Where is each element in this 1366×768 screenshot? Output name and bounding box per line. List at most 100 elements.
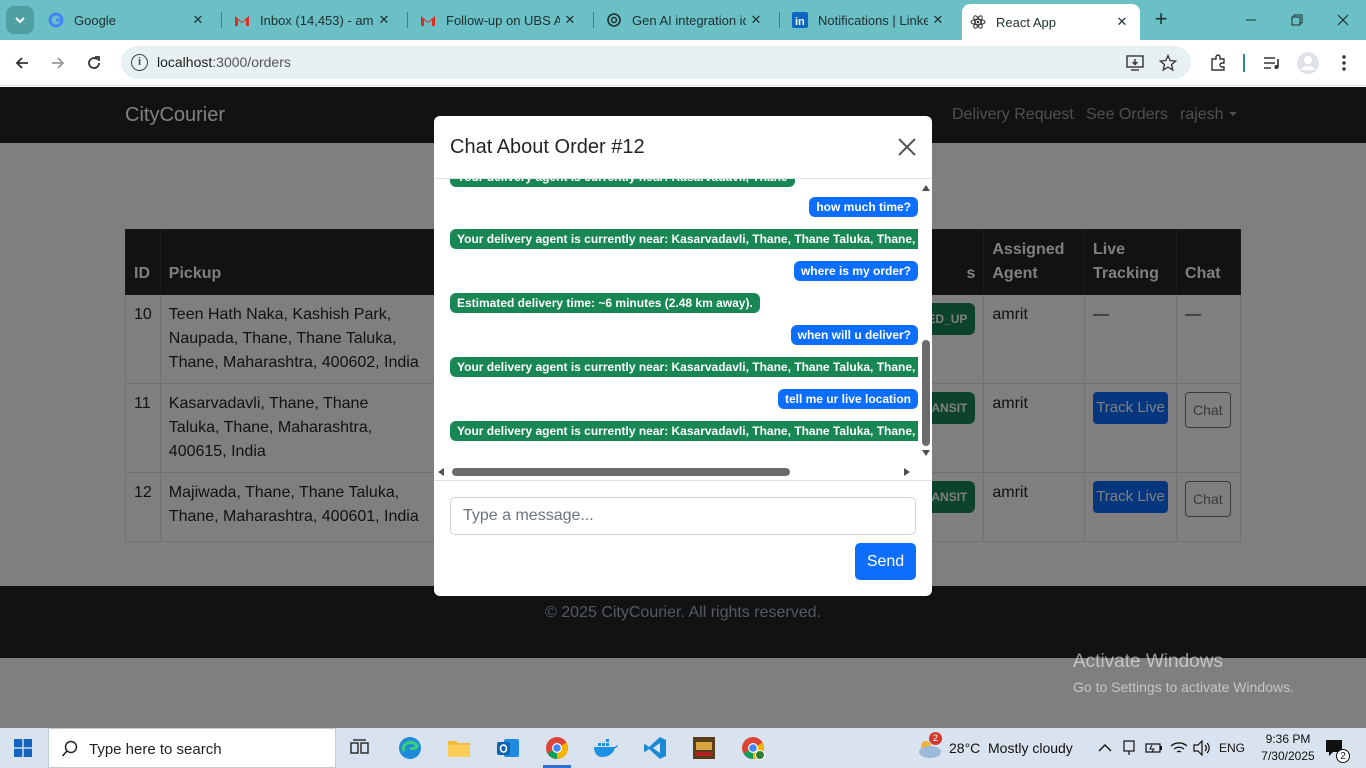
windows-taskbar: Type here to search 2 28°C Mostly cloudy… (0, 728, 1366, 768)
tab-divider (221, 12, 222, 28)
network-adapter-icon[interactable] (1121, 740, 1137, 756)
notification-count-badge: 2 (1336, 749, 1350, 763)
vertical-scrollbar[interactable] (920, 179, 932, 469)
tab-title: Inbox (14,453) - amrit (260, 12, 374, 28)
tab-title: React App (996, 14, 1056, 30)
tab-google[interactable]: Google ✕ (40, 0, 216, 40)
close-tab-icon[interactable]: ✕ (560, 12, 580, 28)
docker-icon[interactable] (582, 728, 630, 768)
reload-icon (88, 56, 100, 69)
watermark-subtitle: Go to Settings to activate Windows. (1073, 679, 1294, 695)
address-bar[interactable]: i localhost:3000/orders (121, 46, 1191, 79)
media-controls-icon[interactable] (1261, 52, 1283, 74)
extensions-icon[interactable] (1207, 52, 1229, 74)
message-input[interactable] (450, 497, 916, 535)
close-tab-icon[interactable]: ✕ (374, 12, 394, 28)
new-tab-button[interactable]: + (1150, 8, 1172, 32)
tab-gmail-inbox[interactable]: Inbox (14,453) - amrit ✕ (226, 0, 402, 40)
watermark-title: Activate Windows (1073, 651, 1223, 672)
close-icon[interactable] (896, 136, 918, 158)
tab-title: Notifications | Linked (818, 12, 928, 28)
chat-messages: Your delivery agent is currently near: K… (434, 179, 918, 449)
profile-avatar-icon[interactable] (1296, 51, 1320, 75)
weather-temp[interactable]: 28°C (949, 740, 980, 756)
game-app-icon[interactable] (680, 728, 728, 768)
google-icon (48, 12, 64, 28)
url-host: localhost (157, 54, 213, 70)
search-icon (61, 740, 78, 757)
edge-icon[interactable] (386, 728, 434, 768)
vscode-icon[interactable] (631, 728, 679, 768)
weather-condition[interactable]: Mostly cloudy (988, 740, 1073, 756)
tab-divider (407, 12, 408, 28)
chrome-profile-icon[interactable] (729, 728, 777, 768)
arrow-right-icon (52, 57, 65, 69)
close-window-button[interactable] (1320, 0, 1366, 40)
battery-icon[interactable] (1145, 741, 1163, 755)
weather-badge: 2 (929, 732, 942, 745)
gmail-icon (234, 12, 250, 28)
clock-date: 7/30/2025 (1261, 749, 1315, 763)
kebab-menu-icon[interactable] (1333, 52, 1355, 74)
horizontal-scrollbar[interactable] (434, 465, 920, 479)
minimize-icon (1246, 19, 1256, 21)
minimize-button[interactable] (1228, 0, 1274, 40)
chatgpt-icon (606, 12, 622, 28)
chat-message-user: where is my order? (793, 261, 918, 281)
tab-divider (779, 12, 780, 28)
site-info-icon[interactable]: i (131, 54, 148, 71)
restore-button[interactable] (1274, 0, 1320, 40)
close-tab-icon[interactable]: ✕ (746, 12, 766, 28)
file-explorer-icon[interactable] (435, 728, 483, 768)
install-app-icon[interactable] (1124, 52, 1146, 74)
send-button[interactable]: Send (855, 543, 916, 580)
tab-search-button[interactable] (6, 6, 34, 34)
close-icon (1337, 14, 1349, 26)
tab-divider (593, 12, 594, 28)
url-path: :3000/orders (212, 54, 291, 70)
chat-message-agent: Your delivery agent is currently near: K… (450, 421, 918, 441)
tab-title: Follow-up on UBS Ass (446, 12, 560, 28)
restore-icon (1291, 14, 1303, 26)
page-viewport: CityCourier Delivery Request See Orders … (0, 87, 1366, 728)
linkedin-icon: in (792, 12, 808, 28)
outlook-icon[interactable] (484, 728, 532, 768)
tab-title: Google (74, 12, 116, 28)
chat-modal: Chat About Order #12 Your delivery agent… (434, 116, 932, 596)
tab-gmail-followup[interactable]: Follow-up on UBS Ass ✕ (412, 0, 588, 40)
chevron-up-icon[interactable] (1098, 742, 1112, 754)
tab-linkedin[interactable]: in Notifications | Linked ✕ (784, 0, 956, 40)
close-tab-icon[interactable]: ✕ (928, 12, 948, 28)
arrow-left-icon (15, 57, 28, 69)
browser-toolbar: i localhost:3000/orders (0, 40, 1366, 86)
gmail-icon (420, 12, 436, 28)
language-indicator[interactable]: ENG (1219, 741, 1245, 755)
windows-start-icon[interactable] (14, 739, 32, 757)
bookmark-star-icon[interactable] (1157, 52, 1179, 74)
volume-icon[interactable] (1193, 740, 1211, 756)
forward-button[interactable] (44, 49, 72, 77)
tab-title: Gen AI integration ide (632, 12, 746, 28)
taskbar-search[interactable]: Type here to search (48, 728, 336, 768)
modal-footer-divider (434, 480, 932, 481)
react-icon (970, 14, 986, 30)
task-view-icon[interactable] (336, 728, 384, 768)
reload-button[interactable] (80, 49, 108, 77)
chevron-down-icon (15, 17, 25, 24)
chat-message-agent: Estimated delivery time: ~6 minutes (2.4… (450, 293, 760, 313)
close-tab-icon[interactable]: ✕ (1112, 14, 1132, 30)
tab-react-app[interactable]: React App ✕ (962, 4, 1140, 40)
search-placeholder: Type here to search (89, 741, 222, 758)
toolbar-divider (1243, 54, 1245, 72)
chrome-icon[interactable] (533, 728, 581, 768)
svg-text:in: in (795, 16, 805, 28)
system-clock[interactable]: 9:36 PM 7/30/2025 (1255, 731, 1321, 765)
modal-title: Chat About Order #12 (450, 136, 645, 158)
chat-message-user: tell me ur live location (777, 389, 918, 409)
back-button[interactable] (8, 49, 36, 77)
clock-time: 9:36 PM (1265, 732, 1311, 746)
tab-chatgpt[interactable]: Gen AI integration ide ✕ (598, 0, 774, 40)
wifi-icon[interactable] (1170, 740, 1188, 756)
chat-message-agent: Your delivery agent is currently near: K… (450, 357, 918, 377)
close-tab-icon[interactable]: ✕ (188, 12, 208, 28)
